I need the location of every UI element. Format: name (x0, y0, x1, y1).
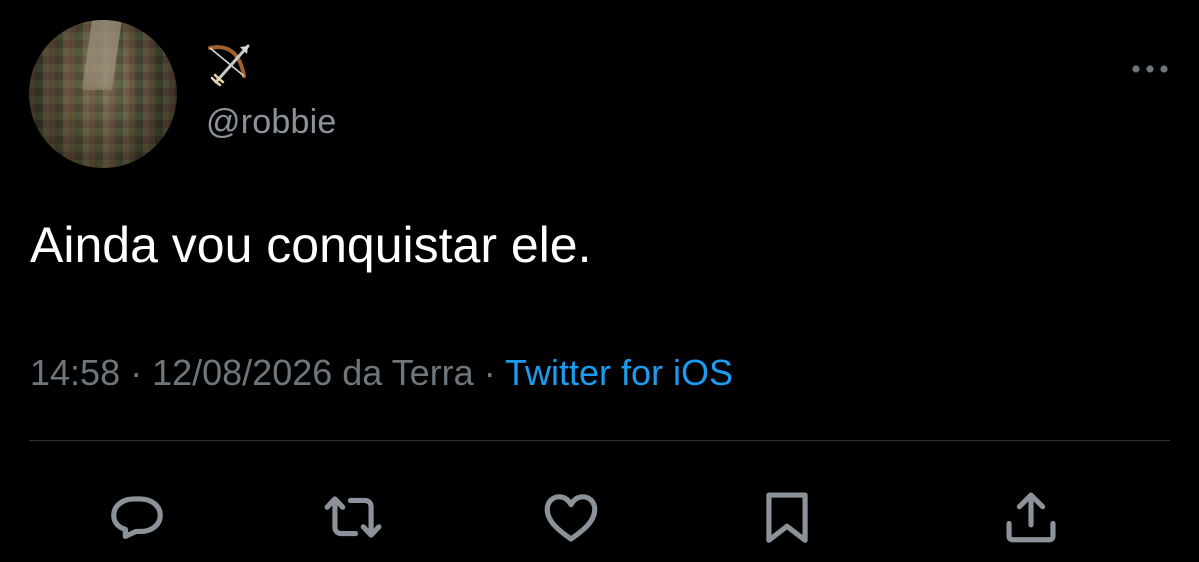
bookmark-button[interactable] (752, 482, 822, 552)
retweet-button[interactable] (318, 482, 388, 552)
share-icon (1006, 492, 1056, 543)
tweet-actions-bar (0, 482, 1199, 552)
bow-and-arrow-icon (204, 38, 258, 88)
bookmark-icon (766, 492, 808, 543)
tweet: @robbie Ainda vou conquistar ele. 14:58 … (0, 0, 1199, 562)
avatar[interactable] (29, 20, 177, 168)
like-button[interactable] (536, 482, 606, 552)
tweet-time[interactable]: 14:58 (30, 352, 120, 393)
meta-separator: · (473, 352, 506, 393)
meta-separator: · (120, 352, 153, 393)
tweet-source-link[interactable]: Twitter for iOS (505, 352, 733, 393)
heart-icon (544, 494, 598, 542)
reply-icon (111, 496, 163, 539)
tweet-meta: 14:58 · 12/08/2026 da Terra · Twitter fo… (30, 350, 733, 396)
retweet-icon (324, 496, 382, 538)
more-options-button[interactable] (1126, 58, 1174, 80)
author-handle[interactable]: @robbie (206, 102, 336, 142)
reply-button[interactable] (102, 482, 172, 552)
more-horizontal-icon (1132, 65, 1168, 73)
divider (29, 440, 1170, 441)
avatar-shade (29, 20, 177, 168)
tweet-date[interactable]: 12/08/2026 da Terra (152, 352, 474, 393)
share-button[interactable] (996, 482, 1066, 552)
tweet-text: Ainda vou conquistar ele. (30, 217, 592, 273)
